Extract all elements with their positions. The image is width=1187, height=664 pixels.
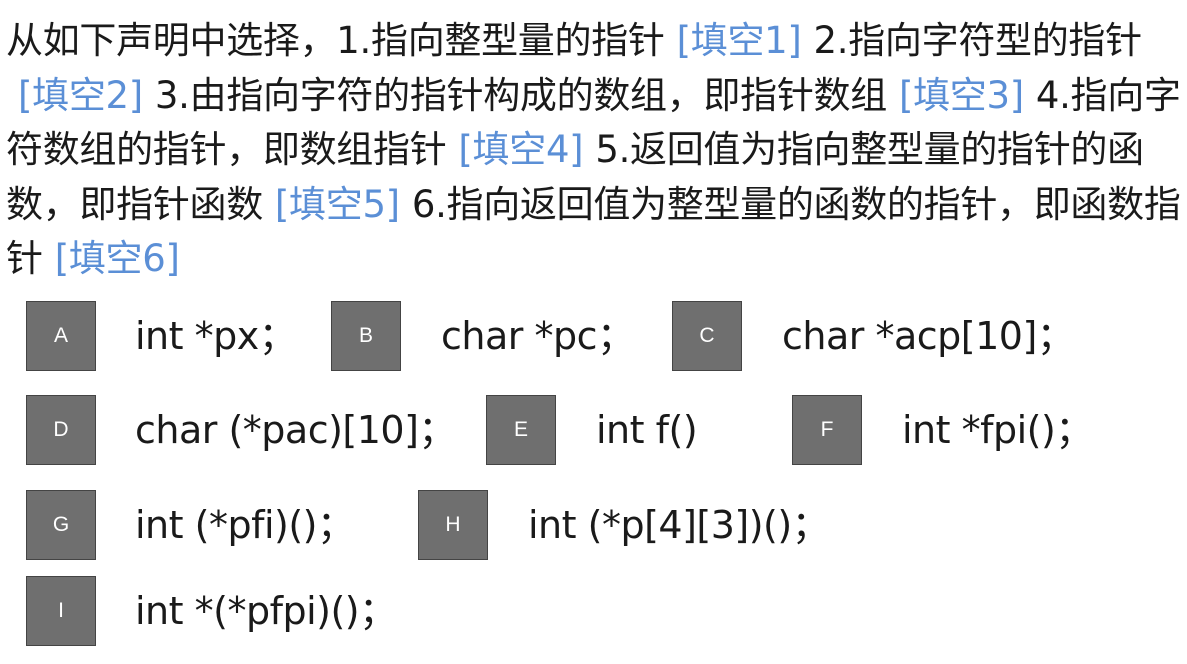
- option-c-code: char *acp[10]；: [782, 314, 1075, 358]
- option-i-badge[interactable]: I: [26, 576, 96, 646]
- option-row-3: G int (*pfi)()； H int (*p[4][3])()；: [0, 490, 1187, 562]
- option-d-badge[interactable]: D: [26, 395, 96, 465]
- option-g-badge[interactable]: G: [26, 490, 96, 560]
- option-g-code: int (*pfi)()；: [135, 503, 355, 547]
- option-e-code: int f(): [596, 408, 698, 452]
- option-b-code: char *pc；: [441, 314, 635, 358]
- option-e-badge[interactable]: E: [486, 395, 556, 465]
- option-d-code: char (*pac)[10]；: [135, 408, 456, 452]
- question-text: 从如下声明中选择，1.指向整型量的指针 [填空1] 2.指向字符型的指针 [填空2] 3…: [6, 14, 1182, 287]
- blank-4[interactable]: [填空4]: [458, 128, 583, 171]
- option-i-code: int *(*pfpi)()；: [135, 589, 397, 633]
- question-segment: 3.由指向字符的指针构成的数组，即指针数组: [154, 73, 887, 117]
- option-row-2: D char (*pac)[10]； E int f() F int *fpi(…: [0, 395, 1187, 467]
- question-segment: 2.指向字符型的指针: [813, 19, 1143, 62]
- blank-5[interactable]: [填空5]: [275, 183, 400, 226]
- blank-1[interactable]: [填空1]: [677, 19, 802, 62]
- option-f-code: int *fpi()；: [902, 408, 1093, 452]
- blank-2[interactable]: [填空2]: [18, 74, 143, 117]
- option-c-badge[interactable]: C: [672, 301, 742, 371]
- blank-3[interactable]: [填空3]: [899, 74, 1024, 117]
- option-h-badge[interactable]: H: [418, 490, 488, 560]
- option-f-badge[interactable]: F: [792, 395, 862, 465]
- option-row-4: I int *(*pfpi)()；: [0, 576, 1187, 648]
- blank-6[interactable]: [填空6]: [55, 237, 180, 280]
- option-h-code: int (*p[4][3])()；: [528, 503, 830, 547]
- option-b-badge[interactable]: B: [331, 301, 401, 371]
- option-a-badge[interactable]: A: [26, 301, 96, 371]
- question-segment: 从如下声明中选择，1.指向整型量的指针: [6, 19, 665, 62]
- option-row-1: A int *px； B char *pc； C char *acp[10]；: [0, 301, 1187, 373]
- option-a-code: int *px；: [135, 314, 297, 358]
